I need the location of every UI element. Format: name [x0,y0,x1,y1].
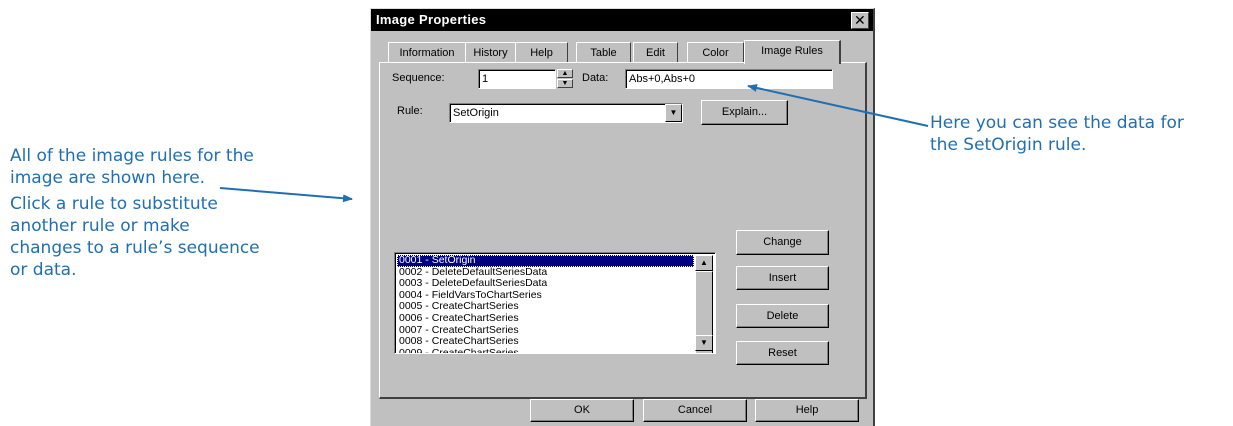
list-item[interactable]: 0001 - SetOrigin [397,254,694,267]
cancel-button[interactable]: Cancel [643,399,747,422]
ok-button[interactable]: OK [530,399,634,422]
image-properties-dialog: Image Properties ✕ Information History H… [370,8,875,426]
up-arrow-icon[interactable]: ▲ [557,69,573,78]
reset-button[interactable]: Reset [736,341,829,365]
tab-table[interactable]: Table [576,42,631,63]
left-callout-line: another rule or make [10,216,190,236]
data-label: Data: [582,72,609,84]
rules-list[interactable]: 0001 - SetOrigin 0002 - DeleteDefaultSeri… [394,252,716,354]
list-item[interactable]: 0006 - CreateChartSeries [397,312,694,325]
tab-color[interactable]: Color [687,42,744,63]
sequence-input[interactable]: 1 [478,69,556,89]
left-callout-line: All of the image rules for the [10,146,254,166]
scroll-up-icon[interactable]: ▲ [695,255,713,271]
help-button[interactable]: Help [755,399,859,422]
scroll-down-icon[interactable]: ▼ [695,335,713,351]
reset-button-label: Reset [768,347,797,359]
rule-label: Rule: [397,105,423,117]
rule-select[interactable]: SetOrigin [449,103,683,123]
left-callout-line: or data. [10,260,77,280]
ok-button-label: OK [574,404,590,416]
right-callout-line: the SetOrigin rule. [930,135,1087,155]
explain-button-label: Explain... [721,106,768,118]
close-icon[interactable]: ✕ [851,12,869,29]
tab-history[interactable]: History [465,42,516,63]
sequence-label: Sequence: [392,72,445,84]
explain-button[interactable]: Explain... [701,100,788,125]
sequence-spinner[interactable]: ▲ ▼ [557,69,573,89]
help-button-label: Help [795,404,819,416]
left-callout-line: image are shown here. [10,168,206,188]
tab-edit[interactable]: Edit [633,42,678,63]
left-callout-line: changes to a rule’s sequence [10,238,260,258]
cancel-button-label: Cancel [677,404,713,416]
delete-button[interactable]: Delete [736,304,829,328]
tab-information[interactable]: Information [388,42,466,63]
chevron-down-icon[interactable]: ▼ [665,104,682,122]
left-callout-line: Click a rule to substitute [10,194,218,214]
right-callout: Here you can see the data for the SetOri… [930,112,1230,156]
tab-image-rules[interactable]: Image Rules [744,40,841,64]
list-item[interactable]: 0008 - CreateChartSeries [397,336,694,348]
rules-rows: 0001 - SetOrigin 0002 - DeleteDefaultSeri… [397,254,694,353]
insert-button-label: Insert [768,272,797,284]
list-item[interactable]: 0009 - CreateChartSeries [397,347,694,353]
delete-button-label: Delete [766,310,799,322]
tab-help[interactable]: Help [515,42,568,63]
change-button-label: Change [763,236,802,248]
dialog-titlebar[interactable]: Image Properties ✕ [371,9,873,31]
dialog-title: Image Properties [376,12,487,27]
rules-scrollbar[interactable]: ▲ ▼ [695,255,713,353]
change-button[interactable]: Change [736,230,829,255]
right-callout-line: Here you can see the data for [930,113,1184,133]
left-callout: All of the image rules for the image are… [10,145,330,281]
down-arrow-icon[interactable]: ▼ [557,79,573,88]
data-field[interactable]: Abs+0,Abs+0 [625,69,833,89]
insert-button[interactable]: Insert [736,266,829,290]
